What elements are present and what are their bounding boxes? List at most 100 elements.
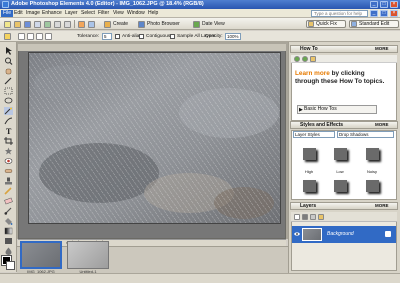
- rock-texture-image: [29, 53, 280, 223]
- doc-restore-button[interactable]: □: [380, 10, 388, 17]
- style-thumbnail[interactable]: [303, 180, 316, 192]
- window-title: Adobe Photoshop Elements 4.0 (Editor) - …: [11, 1, 204, 7]
- close-button[interactable]: ×: [390, 1, 398, 8]
- background-color-swatch[interactable]: [6, 261, 15, 270]
- sample-all-layers-checkbox[interactable]: [170, 34, 175, 39]
- opacity-label: Opacity:: [205, 34, 223, 39]
- selection-brush-tool-icon[interactable]: [4, 117, 13, 125]
- save-icon[interactable]: [24, 21, 31, 28]
- photo-browser-button[interactable]: Photo Browser: [147, 19, 180, 29]
- tolerance-label: Tolerance:: [77, 34, 100, 39]
- style-thumbnail-noisy[interactable]: [366, 148, 379, 160]
- subtract-selection-icon[interactable]: [36, 33, 43, 40]
- eraser-tool-icon[interactable]: [4, 197, 13, 205]
- style-thumbnail-low[interactable]: [334, 148, 347, 160]
- new-icon[interactable]: [4, 21, 11, 28]
- add-selection-icon[interactable]: [27, 33, 34, 40]
- menu-window[interactable]: Window: [125, 10, 147, 17]
- gradient-tool-icon[interactable]: [4, 227, 13, 235]
- style-library-select[interactable]: Drop Shadows: [337, 131, 394, 138]
- style-thumbnail[interactable]: [334, 180, 347, 192]
- basic-how-tos-link[interactable]: Basic How Tos: [297, 105, 377, 114]
- date-view-button[interactable]: Date View: [202, 19, 225, 29]
- photo-bin-thumbnail[interactable]: [20, 241, 62, 269]
- standard-edit-icon: [351, 21, 357, 27]
- style-thumbnail[interactable]: [366, 180, 379, 192]
- adjustment-layer-icon[interactable]: [302, 214, 308, 220]
- menu-layer[interactable]: Layer: [63, 10, 80, 17]
- styles-title: Styles and Effects: [300, 122, 344, 128]
- tolerance-field[interactable]: 5: [102, 33, 112, 40]
- type-tool-icon[interactable]: T: [4, 127, 13, 136]
- contiguous-checkbox[interactable]: [139, 34, 144, 39]
- blur-tool-icon[interactable]: [4, 247, 13, 255]
- paint-bucket-tool-icon[interactable]: [4, 217, 13, 225]
- marquee-tool-icon[interactable]: [4, 87, 13, 95]
- eyedropper-tool-icon[interactable]: [4, 77, 13, 85]
- delete-layer-icon[interactable]: [310, 214, 316, 220]
- email-icon[interactable]: [44, 21, 51, 28]
- menu-enhance[interactable]: Enhance: [40, 10, 64, 17]
- layers-more-button[interactable]: MORE: [375, 203, 389, 209]
- style-label-noisy: Noisy: [366, 169, 377, 174]
- menu-select[interactable]: Select: [79, 10, 97, 17]
- healing-brush-tool-icon[interactable]: [4, 167, 13, 175]
- create-icon[interactable]: [104, 21, 111, 28]
- style-category-select[interactable]: Layer Styles: [293, 131, 335, 138]
- date-view-icon[interactable]: [193, 21, 200, 28]
- maximize-button[interactable]: □: [380, 1, 388, 8]
- open-icon[interactable]: [14, 21, 21, 28]
- pencil-tool-icon[interactable]: [4, 187, 13, 195]
- status-bar: [0, 273, 400, 283]
- zoom-tool-icon[interactable]: [4, 57, 13, 65]
- app-icon: [2, 1, 9, 8]
- image-canvas[interactable]: [28, 52, 281, 224]
- anti-alias-checkbox[interactable]: [115, 34, 120, 39]
- howto-more-button[interactable]: MORE: [375, 46, 389, 52]
- menu-help[interactable]: Help: [146, 10, 160, 17]
- forward-icon[interactable]: [302, 56, 308, 62]
- hand-tool-icon[interactable]: [4, 67, 13, 75]
- lasso-tool-icon[interactable]: [4, 97, 13, 105]
- magic-wand-tool-icon[interactable]: [4, 33, 11, 40]
- document-title-bar[interactable]: [18, 44, 286, 51]
- quick-fix-icon: [308, 21, 314, 27]
- style-thumbnail-high[interactable]: [303, 148, 316, 160]
- print-icon[interactable]: [34, 21, 41, 28]
- style-label-high: High: [304, 169, 314, 174]
- learn-more-highlight: Learn more: [295, 70, 330, 77]
- web-icon[interactable]: [78, 21, 85, 28]
- crop-tool-icon[interactable]: [4, 137, 13, 145]
- styles-more-button[interactable]: MORE: [375, 122, 389, 128]
- clone-stamp-tool-icon[interactable]: [4, 177, 13, 185]
- menu-filter[interactable]: Filter: [96, 10, 111, 17]
- doc-close-button[interactable]: ×: [390, 10, 398, 17]
- photo-browser-icon[interactable]: [138, 21, 145, 28]
- brush-tool-icon[interactable]: [4, 207, 13, 215]
- layer-name: Background: [327, 231, 354, 237]
- lock-icon[interactable]: [318, 214, 324, 220]
- redo-icon[interactable]: [64, 21, 71, 28]
- undo-icon[interactable]: [54, 21, 61, 28]
- new-selection-icon[interactable]: [18, 33, 25, 40]
- intersect-selection-icon[interactable]: [45, 33, 52, 40]
- photo-bin-thumbnail[interactable]: [67, 241, 109, 269]
- howto-intro-text: Learn more by clicking through these How…: [295, 70, 385, 85]
- back-icon[interactable]: [294, 56, 300, 62]
- home-icon[interactable]: [310, 56, 316, 62]
- red-eye-tool-icon[interactable]: [4, 157, 13, 165]
- doc-minimize-button[interactable]: _: [370, 10, 378, 17]
- menu-edit[interactable]: Edit: [12, 10, 25, 17]
- new-layer-icon[interactable]: [294, 214, 300, 220]
- eye-icon[interactable]: [294, 231, 300, 237]
- create-button[interactable]: Create: [113, 19, 128, 29]
- magic-wand-tool-icon[interactable]: [4, 107, 13, 115]
- menu-view[interactable]: View: [111, 10, 126, 17]
- minimize-button[interactable]: _: [370, 1, 378, 8]
- shape-tool-icon[interactable]: [4, 237, 13, 245]
- move-tool-icon[interactable]: [4, 47, 13, 55]
- share-icon[interactable]: [88, 21, 95, 28]
- opacity-field[interactable]: 100%: [225, 33, 241, 40]
- cookie-cutter-tool-icon[interactable]: [4, 147, 13, 155]
- help-search-input[interactable]: [311, 10, 368, 17]
